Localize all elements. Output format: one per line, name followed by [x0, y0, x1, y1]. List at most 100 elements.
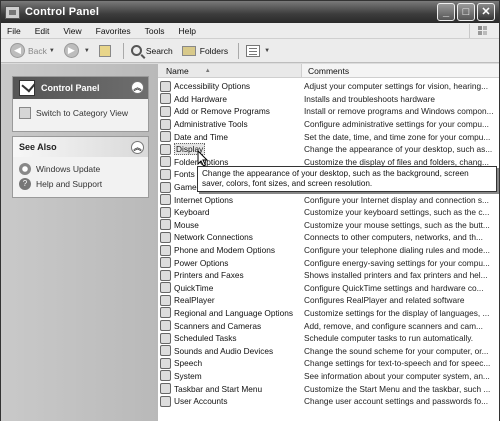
- list-item[interactable]: Internet Options Configure your Internet …: [158, 193, 499, 206]
- item-comment: Configure administrative settings for yo…: [304, 119, 489, 130]
- switch-to-category-view-link[interactable]: Switch to Category View: [19, 105, 142, 120]
- item-icon: [160, 231, 171, 243]
- search-button[interactable]: Search: [128, 41, 176, 61]
- forward-dropdown-icon[interactable]: ▼: [84, 48, 90, 54]
- list-item[interactable]: Power Options Configure energy-saving set…: [158, 256, 499, 269]
- item-name: Regional and Language Options: [174, 307, 294, 318]
- collapse-chevron-icon[interactable]: ︽: [131, 141, 144, 154]
- menu-help[interactable]: Help: [178, 26, 195, 36]
- list-item[interactable]: Printers and Faxes Shows installed printe…: [158, 269, 499, 282]
- menu-edit[interactable]: Edit: [35, 26, 50, 36]
- list-item[interactable]: Add or Remove Programs Install or remove …: [158, 105, 499, 118]
- item-name-cell: QuickTime: [158, 282, 302, 294]
- folders-icon: [181, 45, 196, 56]
- close-button[interactable]: ✕: [477, 3, 495, 21]
- control-panel-check-icon: [19, 80, 35, 96]
- list-item[interactable]: Speech Change settings for text-to-speech…: [158, 357, 499, 370]
- list-item[interactable]: Sounds and Audio Devices Change the sound…: [158, 344, 499, 357]
- section-title: Control Panel: [41, 83, 100, 93]
- list-item[interactable]: System See information about your compute…: [158, 370, 499, 383]
- back-button[interactable]: ◀ Back ▼: [7, 41, 58, 61]
- item-name-cell: User Accounts: [158, 395, 302, 407]
- list-item[interactable]: Display Change the appearance of your des…: [158, 143, 499, 156]
- item-icon: [160, 80, 171, 92]
- item-name-cell: Internet Options: [158, 194, 302, 206]
- item-comment: Change the appearance of your desktop, s…: [304, 144, 493, 155]
- list-item[interactable]: Mouse Customize your mouse settings, such…: [158, 219, 499, 232]
- list-item[interactable]: Phone and Modem Options Configure your te…: [158, 244, 499, 257]
- list-item[interactable]: Keyboard Customize your keyboard settings…: [158, 206, 499, 219]
- list-item[interactable]: Accessibility Options Adjust your compute…: [158, 80, 499, 93]
- item-icon: [160, 294, 171, 306]
- item-icon: [160, 105, 171, 117]
- up-button[interactable]: [96, 41, 116, 61]
- help-and-support-link[interactable]: ? Help and Support: [19, 176, 142, 191]
- item-icon: [160, 332, 171, 344]
- menu-file[interactable]: File: [7, 26, 21, 36]
- item-name: Sounds and Audio Devices: [174, 345, 274, 356]
- views-button[interactable]: ▼: [243, 41, 273, 61]
- menu-view[interactable]: View: [63, 26, 81, 36]
- menu-bar: File Edit View Favorites Tools Help: [1, 23, 499, 39]
- name-column-header[interactable]: Name ▲: [158, 64, 302, 77]
- windows-update-link[interactable]: Windows Update: [19, 161, 142, 176]
- item-name: Power Options: [174, 257, 229, 268]
- list-item[interactable]: User Accounts Change user account setting…: [158, 395, 499, 408]
- list-item[interactable]: Scanners and Cameras Add, remove, and con…: [158, 319, 499, 332]
- comments-column-header[interactable]: Comments: [302, 64, 499, 77]
- item-icon: [160, 320, 171, 332]
- item-icon: [160, 168, 171, 180]
- item-name-cell: Date and Time: [158, 131, 302, 143]
- forward-arrow-icon: ▶: [63, 43, 79, 58]
- name-column-label: Name: [166, 65, 189, 76]
- back-dropdown-icon[interactable]: ▼: [49, 48, 55, 54]
- list-item[interactable]: Administrative Tools Configure administra…: [158, 118, 499, 131]
- forward-button[interactable]: ▶ ▼: [61, 41, 93, 61]
- item-icon: [160, 257, 171, 269]
- list-item[interactable]: Taskbar and Start Menu Customize the Star…: [158, 382, 499, 395]
- views-dropdown-icon: ▼: [264, 47, 271, 54]
- list-item[interactable]: Date and Time Set the date, time, and tim…: [158, 130, 499, 143]
- windows-logo-icon: [469, 24, 495, 38]
- item-name: Keyboard: [174, 207, 210, 218]
- see-also-header[interactable]: See Also ︽: [13, 137, 148, 157]
- see-also-section: See Also ︽ Windows Update ? Help and Sup…: [12, 136, 149, 198]
- collapse-chevron-icon[interactable]: ︽: [131, 81, 144, 94]
- list-item[interactable]: RealPlayer Configures RealPlayer and rela…: [158, 294, 499, 307]
- list-item[interactable]: Regional and Language Options Customize s…: [158, 307, 499, 320]
- item-comment: Install or remove programs and Windows c…: [304, 106, 494, 117]
- item-icon: [160, 357, 171, 369]
- item-icon: [160, 370, 171, 382]
- item-comment: Configure QuickTime settings and hardwar…: [304, 282, 484, 293]
- item-name-cell: Keyboard: [158, 206, 302, 218]
- item-name-cell: Administrative Tools: [158, 118, 302, 130]
- item-icon: [160, 395, 171, 407]
- item-name: Printers and Faxes: [174, 270, 244, 281]
- list-item[interactable]: QuickTime Configure QuickTime settings an…: [158, 282, 499, 295]
- item-comment: Adjust your computer settings for vision…: [304, 81, 489, 92]
- list-item[interactable]: Scheduled Tasks Schedule computer tasks t…: [158, 332, 499, 345]
- item-icon: [160, 383, 171, 395]
- item-icon: [160, 269, 171, 281]
- list-item[interactable]: Add Hardware Installs and troubleshoots h…: [158, 93, 499, 106]
- maximize-button[interactable]: □: [457, 3, 475, 21]
- item-comment: Configure your telephone dialing rules a…: [304, 245, 490, 256]
- item-icon: [160, 93, 171, 105]
- item-name: Administrative Tools: [174, 119, 248, 130]
- windows-update-icon: [19, 162, 31, 175]
- minimize-button[interactable]: _: [437, 3, 455, 21]
- control-panel-icon: [5, 5, 20, 19]
- folders-button[interactable]: Folders: [179, 41, 231, 61]
- item-icon: [160, 131, 171, 143]
- item-name-cell: Taskbar and Start Menu: [158, 383, 302, 395]
- item-name: Taskbar and Start Menu: [174, 383, 263, 394]
- menu-tools[interactable]: Tools: [145, 26, 165, 36]
- control-panel-section-header[interactable]: Control Panel ︽: [13, 77, 148, 99]
- item-icon: [160, 181, 171, 193]
- item-comment: Add, remove, and configure scanners and …: [304, 320, 483, 331]
- item-icon: [160, 345, 171, 357]
- list-item[interactable]: Network Connections Connects to other com…: [158, 231, 499, 244]
- item-icon: [160, 244, 171, 256]
- title-bar[interactable]: Control Panel _ □ ✕: [1, 1, 499, 23]
- menu-favorites[interactable]: Favorites: [96, 26, 131, 36]
